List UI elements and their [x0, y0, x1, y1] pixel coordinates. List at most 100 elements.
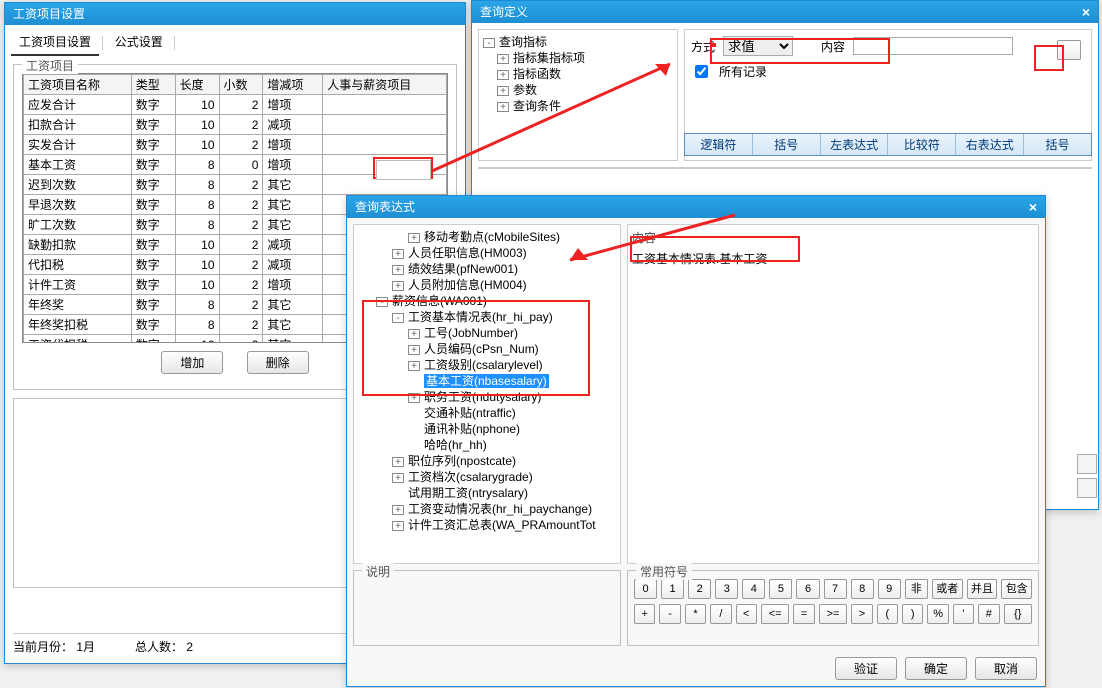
tree-item[interactable]: -工资基本情况表(hr_hi_pay): [356, 309, 618, 325]
grid-header-cell[interactable]: 括号: [1024, 134, 1091, 155]
grid-header-cell[interactable]: 比较符: [888, 134, 956, 155]
tree-item[interactable]: +指标集指标项: [483, 50, 673, 66]
table-header: 增减项: [263, 75, 323, 95]
table-row[interactable]: 扣款合计数字102减项: [24, 115, 447, 135]
cell-editor[interactable]: [376, 160, 431, 180]
current-month: 当前月份： 1月: [13, 638, 95, 655]
tree-item[interactable]: +移动考勤点(cMobileSites): [356, 229, 618, 245]
tree-item[interactable]: 哈哈(hr_hh): [356, 437, 618, 453]
symbol-button[interactable]: 非: [905, 579, 928, 599]
win2-titlebar: 查询定义 ×: [472, 1, 1098, 23]
symbol-button[interactable]: 3: [715, 579, 738, 599]
win3-titlebar: 查询表达式 ×: [347, 196, 1045, 218]
grid-header-cell[interactable]: 逻辑符: [685, 134, 753, 155]
symbol-button[interactable]: 5: [769, 579, 792, 599]
tree-item[interactable]: +工资档次(csalarygrade): [356, 469, 618, 485]
tree-item[interactable]: +职位序列(npostcate): [356, 453, 618, 469]
ok-button[interactable]: 确定: [905, 657, 967, 680]
symbol-button[interactable]: *: [685, 604, 706, 624]
symbol-button[interactable]: 8: [851, 579, 874, 599]
tree-item[interactable]: +计件工资汇总表(WA_PRAmountTot: [356, 517, 618, 533]
symbol-button[interactable]: 1: [661, 579, 684, 599]
symbol-button[interactable]: 6: [796, 579, 819, 599]
expr-content-label: 内容: [632, 229, 1034, 246]
symbol-button[interactable]: -: [659, 604, 680, 624]
tree-item[interactable]: +人员附加信息(HM004): [356, 277, 618, 293]
delete-button[interactable]: 删除: [247, 351, 309, 374]
symbol-button[interactable]: 9: [878, 579, 901, 599]
tree-item[interactable]: 通讯补贴(nphone): [356, 421, 618, 437]
win1-tabs: 工资项目设置 公式设置: [5, 25, 465, 56]
tree-item[interactable]: +绩效结果(pfNew001): [356, 261, 618, 277]
add-button[interactable]: 增加: [161, 351, 223, 374]
symbol-button[interactable]: 2: [688, 579, 711, 599]
symbols-box: 常用符号 0123456789非或者并且包含 +-*/<<==>=>()%'#{…: [627, 570, 1039, 646]
symbol-button[interactable]: >: [851, 604, 872, 624]
symbol-button[interactable]: 0: [634, 579, 657, 599]
desc-label: 说明: [362, 563, 394, 580]
symbol-button[interactable]: ': [953, 604, 974, 624]
validate-button[interactable]: 验证: [835, 657, 897, 680]
content-input[interactable]: [853, 37, 1013, 55]
query-indicator-tree[interactable]: -查询指标+指标集指标项+指标函数+参数+查询条件: [478, 29, 678, 161]
condition-datagrid[interactable]: [478, 167, 1092, 169]
content-label: 内容: [821, 38, 845, 55]
table-row[interactable]: 应发合计数字102增项: [24, 95, 447, 115]
symbol-button[interactable]: /: [710, 604, 731, 624]
tree-item[interactable]: +工资级别(csalarylevel): [356, 357, 618, 373]
win1-titlebar: 工资项目设置: [5, 3, 465, 25]
tree-item[interactable]: -查询指标: [483, 34, 673, 50]
tree-item[interactable]: +人员编码(cPsn_Num): [356, 341, 618, 357]
grid-header-cell[interactable]: 左表达式: [821, 134, 889, 155]
expression-tree[interactable]: +移动考勤点(cMobileSites)+人员任职信息(HM003)+绩效结果(…: [353, 224, 621, 564]
all-records-checkbox[interactable]: [695, 65, 708, 78]
table-row[interactable]: 实发合计数字102增项: [24, 135, 447, 155]
grid-header-cell[interactable]: 括号: [753, 134, 821, 155]
symbol-button[interactable]: #: [978, 604, 999, 624]
win3-title: 查询表达式: [355, 196, 415, 218]
table-header: 工资项目名称: [24, 75, 132, 95]
cancel-button[interactable]: 取消: [975, 657, 1037, 680]
sym-label: 常用符号: [636, 563, 692, 580]
symbol-button[interactable]: %: [927, 604, 948, 624]
symbol-button[interactable]: 4: [742, 579, 765, 599]
symbol-button[interactable]: 7: [824, 579, 847, 599]
all-records-label: 所有记录: [719, 63, 767, 80]
tree-item[interactable]: +人员任职信息(HM003): [356, 245, 618, 261]
win2-close-icon[interactable]: ×: [1082, 1, 1090, 23]
symbol-button[interactable]: 或者: [932, 579, 963, 599]
tree-item[interactable]: 基本工资(nbasesalary): [356, 373, 618, 389]
tree-item[interactable]: 交通补贴(ntraffic): [356, 405, 618, 421]
tree-item[interactable]: 试用期工资(ntrysalary): [356, 485, 618, 501]
tree-item[interactable]: +指标函数: [483, 66, 673, 82]
symbol-button[interactable]: (: [877, 604, 898, 624]
symbol-button[interactable]: {}: [1004, 604, 1032, 624]
symbol-button[interactable]: +: [634, 604, 655, 624]
win3-close-icon[interactable]: ×: [1029, 196, 1037, 218]
symbol-button[interactable]: =: [793, 604, 814, 624]
symbol-button[interactable]: ): [902, 604, 923, 624]
side-btn-2[interactable]: [1077, 478, 1097, 498]
mode-select[interactable]: 求值: [723, 36, 793, 56]
condition-grid[interactable]: 逻辑符括号左表达式比较符右表达式括号: [684, 133, 1092, 161]
symbol-button[interactable]: 包含: [1001, 579, 1032, 599]
symbol-button[interactable]: >=: [819, 604, 847, 624]
side-btn-1[interactable]: [1077, 454, 1097, 474]
grid-header-cell[interactable]: 右表达式: [956, 134, 1024, 155]
tree-item[interactable]: +查询条件: [483, 98, 673, 114]
symbol-button[interactable]: <=: [761, 604, 789, 624]
tree-item[interactable]: +参数: [483, 82, 673, 98]
tree-item[interactable]: +工号(JobNumber): [356, 325, 618, 341]
table-header: 长度: [175, 75, 219, 95]
tree-item[interactable]: +职务工资(ndutysalary): [356, 389, 618, 405]
expr-value: 工资基本情况表.基本工资: [632, 250, 1034, 267]
side-panel-buttons: [1077, 454, 1097, 498]
tree-item[interactable]: -薪资信息(WA001): [356, 293, 618, 309]
expression-content-box[interactable]: 内容 工资基本情况表.基本工资: [627, 224, 1039, 564]
tab-formula[interactable]: 公式设置: [107, 29, 171, 54]
content-picker-button[interactable]: [1057, 40, 1081, 60]
symbol-button[interactable]: 并且: [967, 579, 998, 599]
tab-salary-items[interactable]: 工资项目设置: [11, 29, 99, 56]
symbol-button[interactable]: <: [736, 604, 757, 624]
tree-item[interactable]: +工资变动情况表(hr_hi_paychange): [356, 501, 618, 517]
